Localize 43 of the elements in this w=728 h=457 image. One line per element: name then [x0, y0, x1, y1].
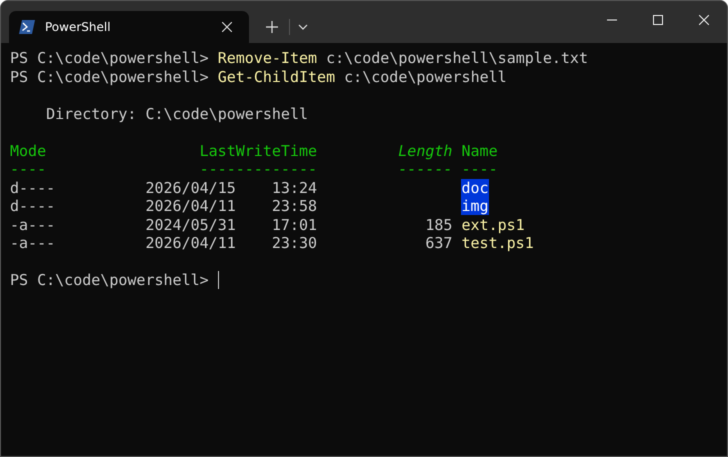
date-cell: 2026/04/11 — [145, 234, 236, 252]
time-cell: 23:30 — [272, 234, 318, 252]
prompt-text: PS C:\code\powershell> — [10, 68, 209, 86]
header-underline: ------ — [398, 160, 452, 178]
powershell-icon — [19, 20, 35, 34]
time-cell: 17:01 — [272, 216, 318, 234]
terminal-tab[interactable]: PowerShell — [9, 11, 249, 43]
name-cell: doc — [461, 178, 489, 196]
command-text: Get-ChildItem — [218, 68, 336, 86]
command-text: Remove-Item — [218, 49, 318, 67]
column-header: Mode — [10, 142, 46, 160]
name-cell: ext.ps1 — [461, 216, 525, 234]
time-cell: 13:24 — [272, 178, 318, 196]
directory-text: Directory: C:\code\powershell — [46, 104, 308, 122]
prompt-text: PS C:\code\powershell> — [10, 271, 209, 289]
date-cell: 2024/05/31 — [145, 216, 236, 234]
argument-text: c:\code\powershell\sample.txt — [326, 49, 588, 67]
mode-cell: d---- — [10, 178, 56, 196]
chevron-down-icon — [298, 24, 308, 30]
mode-cell: d---- — [10, 197, 56, 215]
name-cell: img — [461, 197, 489, 215]
time-cell: 23:58 — [272, 197, 318, 215]
date-cell: 2026/04/15 — [145, 178, 236, 196]
tab-title: PowerShell — [45, 20, 112, 34]
header-underline: ------------- — [200, 160, 318, 178]
text-cursor — [218, 271, 219, 289]
date-cell: 2026/04/11 — [145, 197, 236, 215]
plus-icon — [266, 21, 278, 33]
header-underline: ---- — [461, 160, 498, 178]
maximize-icon — [653, 15, 663, 25]
column-header: LastWriteTime — [200, 142, 318, 160]
column-header: Length — [398, 142, 452, 160]
length-cell: 637 — [425, 234, 452, 252]
mode-cell: -a--- — [10, 216, 56, 234]
close-icon — [699, 15, 709, 25]
prompt-text: PS C:\code\powershell> — [10, 49, 209, 67]
length-cell: 185 — [425, 216, 452, 234]
close-icon — [222, 22, 232, 32]
mode-cell: -a--- — [10, 234, 56, 252]
argument-text: c:\code\powershell — [344, 68, 507, 86]
column-header: Name — [461, 142, 498, 160]
name-cell: test.ps1 — [461, 234, 534, 252]
header-underline: ---- — [10, 160, 46, 178]
